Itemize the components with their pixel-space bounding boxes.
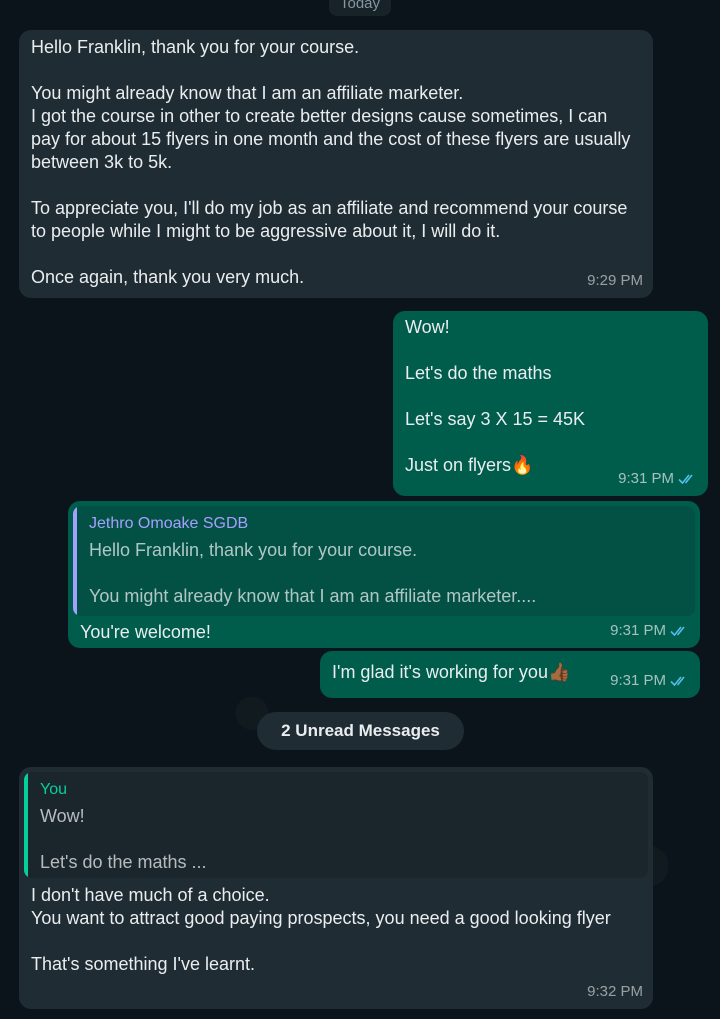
message-incoming[interactable]: Hello Franklin, thank you for your cours… <box>19 30 653 298</box>
message-text: Wow! Let's do the maths Let's say 3 X 15… <box>405 317 586 475</box>
double-check-icon <box>670 625 685 636</box>
message-text: I'm glad it's working for you <box>332 662 548 682</box>
quote-author: You <box>40 781 67 798</box>
message-outgoing[interactable]: Wow! Let's do the maths Let's say 3 X 15… <box>393 311 708 496</box>
quote-text: Hello Franklin, thank you for your cours… <box>89 540 537 606</box>
quote-author: Jethro Omoake SGDB <box>89 515 249 532</box>
message-time: 9:31 PM <box>610 672 666 689</box>
message-meta: 9:32 PM <box>587 980 643 1003</box>
message-incoming-reply[interactable]: You Wow! Let's do the maths ... I don't … <box>19 767 653 1009</box>
message-meta: 9:29 PM <box>587 269 643 292</box>
chat-window[interactable]: Today Hello Franklin, thank you for your… <box>0 0 720 1019</box>
message-time: 9:31 PM <box>610 622 666 639</box>
quoted-message[interactable]: Jethro Omoake SGDB Hello Franklin, thank… <box>73 506 695 616</box>
message-meta: 9:31 PM <box>618 467 698 490</box>
message-meta: 9:31 PM <box>610 669 690 692</box>
message-outgoing-reply[interactable]: Jethro Omoake SGDB Hello Franklin, thank… <box>68 501 700 648</box>
double-check-icon <box>670 675 685 686</box>
unread-messages-chip: 2 Unread Messages <box>257 712 464 750</box>
message-time: 9:31 PM <box>618 470 674 487</box>
quote-text: Wow! Let's do the maths ... <box>40 806 207 872</box>
message-time: 9:29 PM <box>587 272 643 289</box>
message-text: You're welcome! <box>80 622 211 642</box>
message-text: Hello Franklin, thank you for your cours… <box>31 37 631 287</box>
thumbs-up-emoji: 👍🏾 <box>547 662 571 682</box>
message-text: I don't have much of a choice. You want … <box>31 885 611 974</box>
message-meta: 9:31 PM <box>610 619 690 642</box>
quoted-message[interactable]: You Wow! Let's do the maths ... <box>24 772 648 878</box>
fire-emoji: 🔥 <box>511 455 534 475</box>
double-check-icon <box>678 473 693 484</box>
message-outgoing[interactable]: I'm glad it's working for you👍🏾 9:31 PM <box>320 651 700 698</box>
message-time: 9:32 PM <box>587 983 643 1000</box>
day-separator: Today <box>329 0 391 16</box>
message-body: Wow! Let's do the maths Let's say 3 X 15… <box>405 316 696 477</box>
